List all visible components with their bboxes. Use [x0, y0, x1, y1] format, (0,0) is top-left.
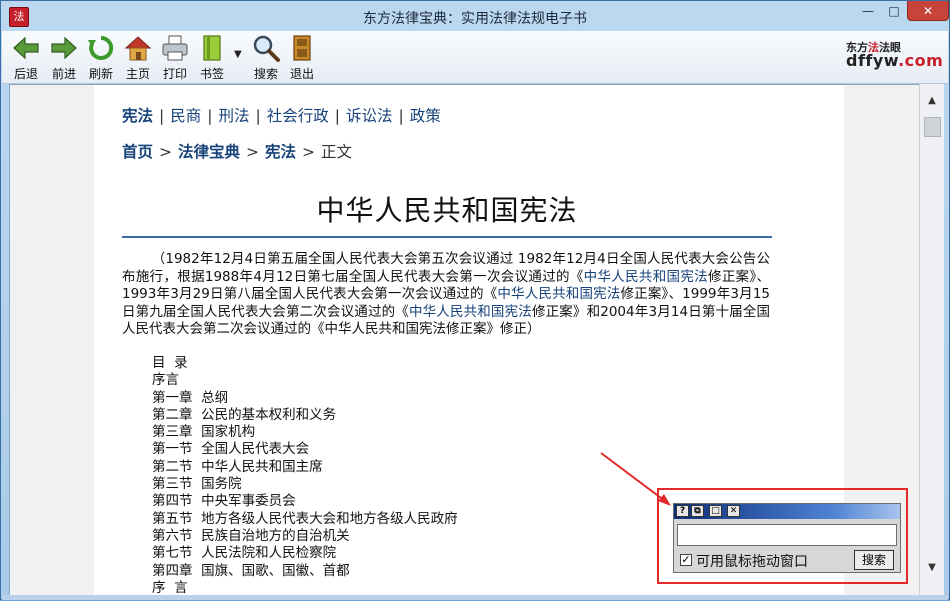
help-icon[interactable]: ? [676, 505, 689, 517]
drag-window-checkbox[interactable]: ✓ [680, 554, 692, 566]
app-window: 法 东方法律宝典：实用法律法规电子书 — □ ✕ 后退 前进 刷新 主页 打印 … [0, 0, 950, 600]
close-icon[interactable]: ✕ [727, 505, 740, 517]
window-bottom-border [2, 595, 948, 600]
drag-window-checkbox-label: 可用鼠标拖动窗口 [696, 554, 808, 570]
restore-icon[interactable]: ⧉ [691, 505, 704, 517]
search-input[interactable] [677, 524, 897, 546]
floating-search-window[interactable]: ? ⧉ □ ✕ ✓ 可用鼠标拖动窗口 搜索 [673, 503, 901, 573]
floating-window-titlebar[interactable]: ? ⧉ □ ✕ [674, 504, 900, 519]
maximize-icon[interactable]: □ [709, 505, 722, 517]
search-submit-button[interactable]: 搜索 [854, 550, 894, 570]
